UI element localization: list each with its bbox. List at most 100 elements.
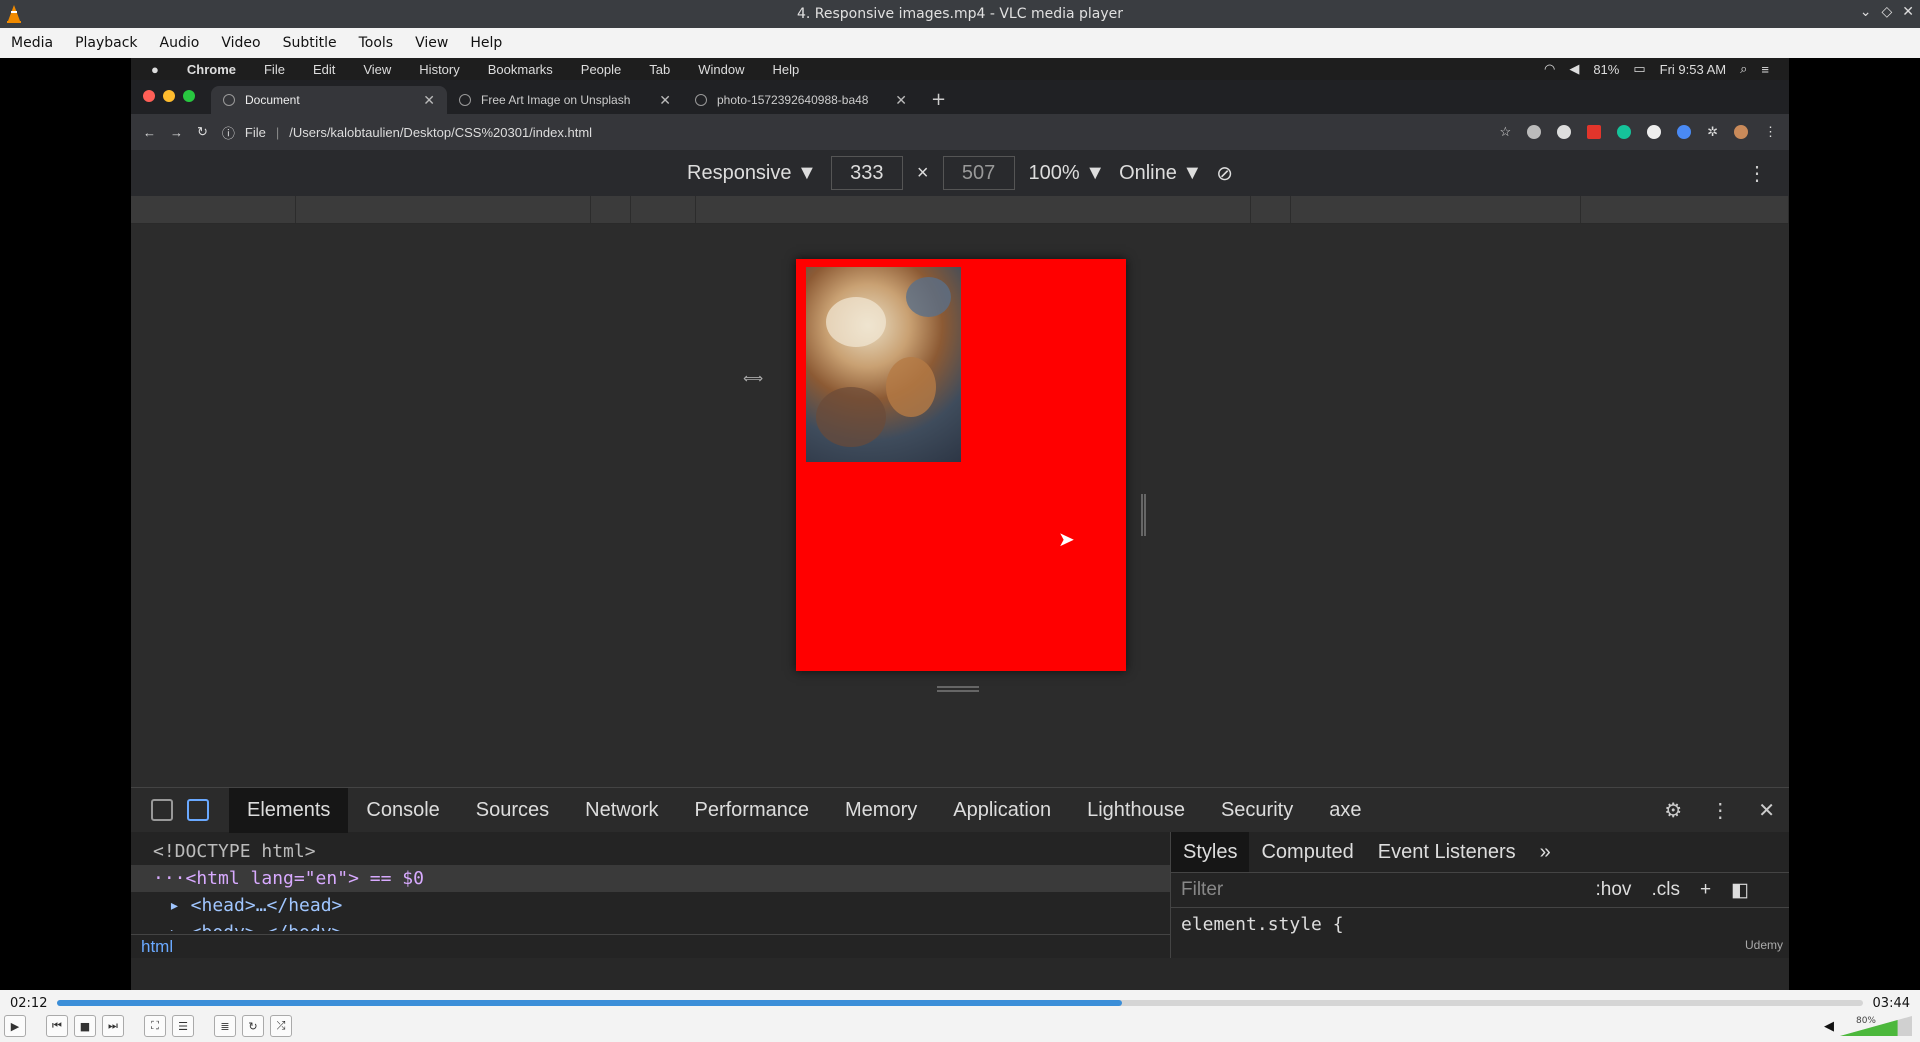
mac-app-name: Chrome: [186, 61, 236, 77]
menu-subtitle[interactable]: Subtitle: [272, 35, 348, 51]
menu-playback[interactable]: Playback: [64, 35, 148, 51]
play-button[interactable]: ▶: [4, 1015, 26, 1037]
devtools-tab-security: Security: [1220, 798, 1294, 821]
mac-clock: Fri 9:53 AM: [1659, 61, 1727, 77]
shuffle-button[interactable]: ⤮: [270, 1015, 292, 1037]
mac-menu-view: View: [363, 61, 392, 77]
responsive-image: [806, 267, 961, 462]
menu-media[interactable]: Media: [0, 35, 64, 51]
reload-icon: ↻: [197, 124, 208, 139]
responsive-viewport-area: ⟺ ➤: [131, 224, 1789, 787]
cls-toggle: .cls: [1651, 879, 1680, 900]
profile-icon: [1734, 125, 1748, 139]
minimize-button[interactable]: ⌄: [1860, 4, 1872, 20]
mac-menu-tab: Tab: [649, 61, 671, 77]
next-button[interactable]: ⏭: [102, 1015, 124, 1037]
info-icon: ⓘ: [221, 125, 235, 141]
video-area[interactable]: ● Chrome File Edit View History Bookmark…: [0, 58, 1920, 990]
chrome-tab-photo: photo-1572392640988-ba48 ✕: [683, 86, 919, 114]
devtools-close-icon: ✕: [1758, 799, 1775, 822]
spotlight-icon: ⌕: [1740, 61, 1748, 76]
chrome-address-bar: ← → ↻ ⓘ File | /Users/kalobtaulien/Deskt…: [131, 114, 1789, 150]
bottom-resize-handle: [937, 686, 979, 692]
dimension-times: ×: [916, 161, 929, 184]
stop-button[interactable]: ■: [74, 1015, 96, 1037]
loop-button[interactable]: ↻: [242, 1015, 264, 1037]
inspect-element-icon: [151, 799, 173, 821]
volume-slider[interactable]: 80%: [1840, 1016, 1912, 1036]
omnibox: ⓘ File | /Users/kalobtaulien/Desktop/CSS…: [222, 123, 592, 142]
url-text: /Users/kalobtaulien/Desktop/CSS%20301/in…: [289, 124, 593, 140]
viewport-width: 333: [830, 156, 903, 190]
add-rule-icon: +: [1699, 879, 1712, 900]
devtools-tab-lighthouse: Lighthouse: [1087, 798, 1185, 821]
unsplash-icon: [459, 94, 471, 106]
puzzle-icon: ✲: [1707, 124, 1718, 139]
chrome-tab-strip: Document ✕ Free Art Image on Unsplash ✕ …: [131, 80, 1789, 114]
chrome-menu-icon: ⋮: [1764, 124, 1777, 139]
styles-tab-styles: Styles: [1171, 832, 1250, 872]
devtools-tab-sources: Sources: [475, 798, 550, 821]
device-toggle-icon: [187, 799, 209, 821]
extended-settings-button[interactable]: ☰: [172, 1015, 194, 1037]
resize-arrows-icon: ⟺: [743, 371, 764, 387]
zoom-light-icon: [183, 90, 195, 102]
traffic-lights: [143, 90, 195, 114]
mac-menu-window: Window: [698, 61, 745, 77]
udemy-watermark: Udemy: [1744, 938, 1783, 952]
menu-audio[interactable]: Audio: [149, 35, 211, 51]
extension-white-icon: [1647, 125, 1662, 139]
mac-menu-file: File: [263, 61, 285, 77]
dom-doctype: <!DOCTYPE html>: [153, 841, 316, 862]
playback-buttons: ▶ ⏮ ■ ⏭ ⛶ ☰ ≣ ↻ ⤮: [4, 1015, 292, 1037]
mac-menu-help: Help: [772, 61, 800, 77]
extensions-area: ☆ ✲ ⋮: [1499, 124, 1777, 140]
apple-icon: ●: [151, 61, 159, 77]
device-toolbar: Responsive ▼ 333 × 507 100% ▼ Online ▼ ⊘…: [131, 150, 1789, 196]
tab-title: Free Art Image on Unsplash: [481, 93, 631, 107]
window-controls: ⌄ ◇ ✕: [1860, 4, 1914, 20]
devtools-tab-performance: Performance: [694, 798, 810, 821]
dom-head-node: ▸ <head>…</head>: [169, 895, 343, 916]
fullscreen-button[interactable]: ⛶: [144, 1015, 166, 1037]
menu-view[interactable]: View: [404, 35, 459, 51]
volume-control[interactable]: ◀ 80%: [1824, 1016, 1912, 1036]
sidebar-toggle-icon: ◧: [1731, 879, 1749, 901]
device-viewport: [796, 259, 1126, 671]
volume-percent: 80%: [1855, 1016, 1876, 1026]
zoom-select: 100% ▼: [1028, 161, 1106, 184]
menu-video[interactable]: Video: [210, 35, 271, 51]
close-button[interactable]: ✕: [1902, 4, 1914, 20]
device-toolbar-menu-icon: ⋮: [1747, 162, 1767, 185]
dom-breadcrumb: html: [131, 934, 1170, 958]
previous-button[interactable]: ⏮: [46, 1015, 68, 1037]
star-icon: ☆: [1499, 124, 1512, 139]
tab-close-icon: ✕: [423, 91, 435, 108]
volume-icon: ◀: [1569, 61, 1580, 76]
maximize-button[interactable]: ◇: [1881, 4, 1892, 20]
menu-tools[interactable]: Tools: [348, 35, 405, 51]
vlc-menu-bar: Media Playback Audio Video Subtitle Tool…: [0, 28, 1920, 58]
seek-bar[interactable]: [57, 1000, 1863, 1006]
menu-help[interactable]: Help: [459, 35, 513, 51]
seek-bar-fill: [57, 1000, 1123, 1006]
styles-filter-input: Filter: [1181, 879, 1224, 900]
vlc-title-bar: 4. Responsive images.mp4 - VLC media pla…: [0, 0, 1920, 28]
mac-menu-history: History: [419, 61, 460, 77]
battery-icon: ▭: [1633, 61, 1646, 76]
styles-filter-row: Filter :hov .cls + ◧: [1171, 872, 1789, 908]
time-elapsed: 02:12: [10, 995, 48, 1011]
speaker-icon: ◀: [1824, 1018, 1834, 1034]
devtools-tab-axe: axe: [1329, 798, 1362, 821]
seek-row: 02:12 03:44: [0, 994, 1920, 1012]
playlist-button[interactable]: ≣: [214, 1015, 236, 1037]
styles-tab-more: »: [1539, 840, 1551, 863]
viewport-height: 507: [942, 156, 1015, 190]
url-scheme: File: [244, 124, 266, 140]
devtools-tab-memory: Memory: [845, 798, 918, 821]
mac-menu-edit: Edit: [312, 61, 336, 77]
gear-icon: ⚙: [1664, 799, 1683, 822]
right-resize-handle: [1141, 494, 1146, 536]
device-mode-select: Responsive ▼: [687, 161, 817, 184]
recorded-screen: ● Chrome File Edit View History Bookmark…: [131, 58, 1789, 990]
